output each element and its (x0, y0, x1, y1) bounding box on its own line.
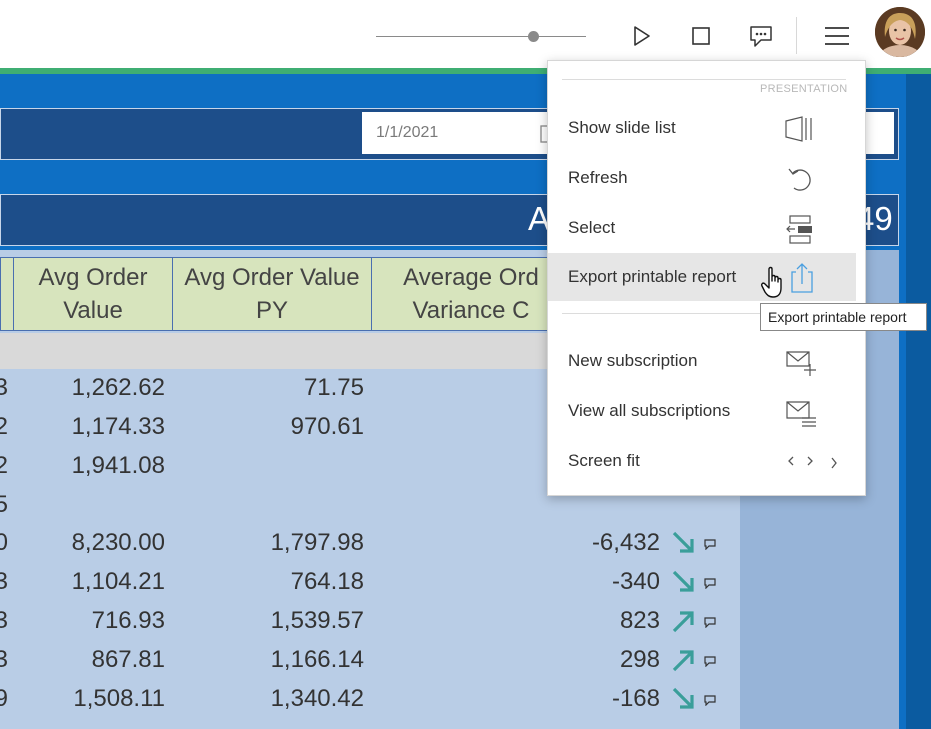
menu-item-view-all-subscriptions[interactable]: View all subscriptions (548, 387, 856, 435)
stop-icon[interactable] (682, 17, 720, 55)
table-cell-avg-order-value-py: 1,539.57 (270, 607, 364, 634)
table-cell-variance: 298 (619, 646, 660, 673)
table-cell-avg-order-value: 8,230.00 (71, 529, 165, 556)
table-cell-partial: 2 (0, 413, 8, 440)
table-header-avg-order-value[interactable]: Avg Order Value (13, 257, 173, 331)
new-subscription-icon (786, 351, 816, 376)
table-cell-avg-order-value-py: 1,340.42 (270, 685, 364, 712)
table-cell-partial: 0 (0, 529, 8, 556)
table-cell-partial: 3 (0, 568, 8, 595)
zoom-slider-thumb[interactable] (528, 31, 539, 42)
menu-item-label: Select (568, 218, 616, 237)
table-cell-avg-order-value: 1,104.21 (71, 568, 165, 595)
table-cell-variance: -6,432 (591, 529, 660, 556)
trend-down-icon (672, 687, 694, 709)
table-cell-partial: 3 (0, 646, 8, 673)
table-cell-variance: -168 (611, 685, 660, 712)
menu-item-refresh[interactable]: Refresh (548, 154, 856, 202)
tooltip-indicator-icon[interactable] (704, 577, 716, 589)
table-cell-variance: -340 (611, 568, 660, 595)
zoom-slider-track[interactable] (376, 36, 586, 37)
menu-divider (562, 79, 846, 80)
table-cell-variance: 823 (619, 607, 660, 634)
screen-fit-icon (788, 456, 837, 469)
refresh-icon (788, 168, 811, 191)
trend-down-icon (672, 531, 694, 553)
menu-item-label: Refresh (568, 168, 628, 187)
table-cell-partial: 9 (0, 685, 8, 712)
tooltip-indicator-icon[interactable] (704, 616, 716, 628)
menu-icon[interactable] (818, 17, 856, 55)
menu-item-label: Export printable report (568, 267, 737, 286)
menu-item-export-printable-report[interactable]: Export printable report (548, 253, 856, 301)
menu-item-label: Screen fit (568, 451, 640, 470)
table-header-avg-order-variance[interactable]: Average Ord Variance C (371, 257, 571, 331)
menu-item-show-slide-list[interactable]: Show slide list (548, 104, 856, 152)
view-subscriptions-icon (786, 401, 816, 427)
menu-item-label: View all subscriptions (568, 401, 731, 420)
report-edge (899, 74, 906, 729)
menu-item-label: Show slide list (568, 118, 676, 137)
export-tooltip: Export printable report (760, 303, 927, 331)
menu-item-select[interactable]: Select (548, 204, 856, 252)
menu-item-label: New subscription (568, 351, 698, 370)
zoom-slider[interactable] (372, 24, 592, 48)
date-filter-value: 1/1/2021 (376, 124, 439, 141)
table-cell-partial: 2 (0, 452, 8, 479)
slide-list-icon (785, 116, 812, 142)
tooltip-indicator-icon[interactable] (704, 655, 716, 667)
table-cell-avg-order-value: 867.81 (91, 646, 165, 673)
vertical-scrollbar[interactable] (906, 74, 931, 729)
table-cell-avg-order-value: 1,941.08 (71, 452, 165, 479)
table-header-avg-order-value-py[interactable]: Avg Order Value PY (172, 257, 372, 331)
menu-item-screen-fit[interactable]: Screen fit (548, 437, 856, 485)
avatar[interactable] (875, 7, 925, 57)
table-cell-avg-order-value-py (172, 451, 364, 481)
table-cell-avg-order-value-py: 1,166.14 (270, 646, 364, 673)
table-cell-partial: 3 (0, 607, 8, 634)
comment-icon[interactable] (742, 17, 780, 55)
table-header-col-0[interactable] (0, 257, 14, 331)
trend-down-icon (672, 570, 694, 592)
play-icon[interactable] (623, 17, 661, 55)
trend-up-icon (672, 611, 694, 633)
table-cell-avg-order-value-py: 1,797.98 (270, 529, 364, 556)
tooltip-indicator-icon[interactable] (704, 538, 716, 550)
toolbar-divider (796, 17, 797, 54)
table-cell-avg-order-value: 1,508.11 (73, 685, 165, 712)
table-cell-avg-order-value-py: 71.75 (303, 374, 364, 401)
table-cell-avg-order-value: 716.93 (91, 607, 165, 634)
table-cell-partial: 5 (0, 491, 8, 518)
table-cell-avg-order-value-py (172, 490, 364, 520)
select-icon (786, 215, 812, 244)
hand-pointer-icon (761, 266, 782, 298)
tooltip-indicator-icon[interactable] (704, 694, 716, 706)
table-cell-avg-order-value-py: 764.18 (290, 568, 364, 595)
table-cell-avg-order-value: 1,174.33 (71, 413, 165, 440)
trend-up-icon (672, 650, 694, 672)
table-cell-avg-order-value: 1,262.62 (71, 374, 165, 401)
table-cell-partial: 3 (0, 374, 8, 401)
menu-section-label: PRESENTATION (760, 83, 848, 95)
table-cell-avg-order-value-py: 970.61 (290, 413, 364, 440)
menu-item-new-subscription[interactable]: New subscription (548, 337, 856, 385)
table-cell-avg-order-value (10, 490, 165, 520)
